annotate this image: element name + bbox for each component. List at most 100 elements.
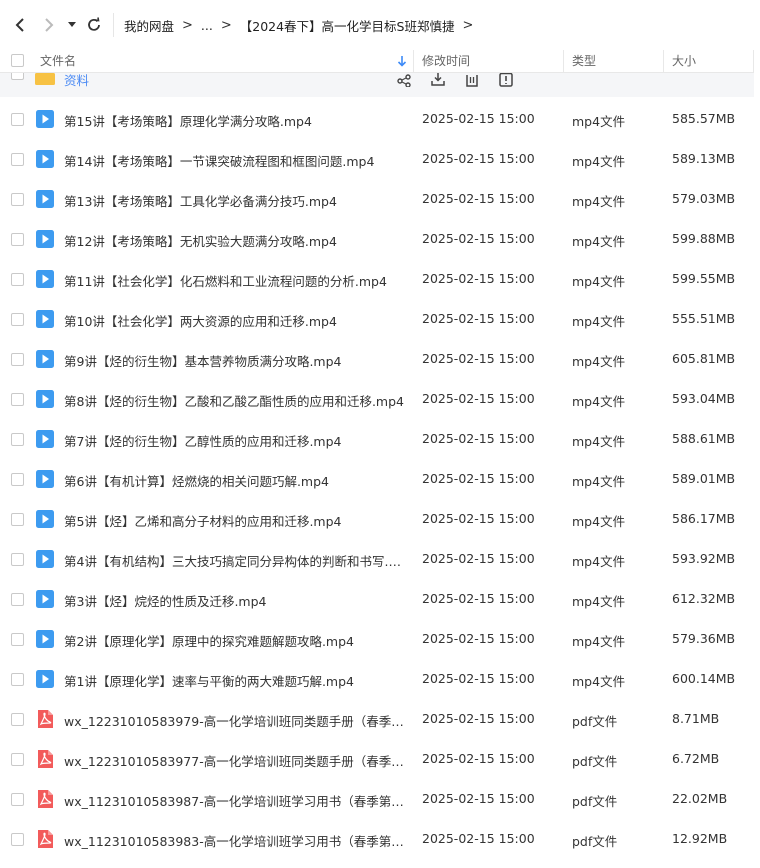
file-modified-time: 2025-02-15 15:00: [422, 271, 535, 286]
file-size: 605.81MB: [672, 351, 736, 366]
file-row[interactable]: 第4讲【有机结构】三大技巧搞定同分异构体的判断和书写.mp4 2025-02-15…: [0, 539, 754, 579]
breadcrumb-root[interactable]: 我的网盘: [124, 16, 174, 35]
row-checkbox[interactable]: [11, 393, 24, 406]
file-row[interactable]: 第15讲【考场策略】原理化学满分攻略.mp4 2025-02-15 15:00 mp…: [0, 99, 754, 139]
file-modified-time: 2025-02-15 15:00: [422, 111, 535, 126]
row-checkbox[interactable]: [11, 313, 24, 326]
select-all-checkbox[interactable]: [11, 54, 24, 67]
row-checkbox[interactable]: [11, 273, 24, 286]
file-name[interactable]: 第10讲【社会化学】两大资源的应用和迁移.mp4: [64, 311, 404, 330]
back-button[interactable]: [8, 13, 32, 37]
file-name[interactable]: 第14讲【考场策略】一节课突破流程图和框图问题.mp4: [64, 151, 404, 170]
file-row[interactable]: wx_11231010583983-高一化学培训班学习用书（春季第四册... 20…: [0, 819, 754, 859]
file-name[interactable]: wx_12231010583977-高一化学培训班同类题手册（春季第四...: [64, 751, 404, 770]
file-name[interactable]: wx_12231010583979-高一化学培训班同类题手册（春季第三...: [64, 711, 404, 730]
file-name[interactable]: wx_11231010583983-高一化学培训班学习用书（春季第四册...: [64, 831, 404, 850]
file-name[interactable]: 第12讲【考场策略】无机实验大题满分攻略.mp4: [64, 231, 404, 250]
pdf-file-icon: [38, 790, 53, 808]
refresh-button[interactable]: [82, 13, 106, 37]
breadcrumb-current[interactable]: 【2024春下】高一化学目标S班郑慎捷: [240, 16, 455, 35]
file-name[interactable]: 第13讲【考场策略】工具化学必备满分技巧.mp4: [64, 191, 404, 210]
row-checkbox[interactable]: [11, 833, 24, 846]
file-row[interactable]: 第3讲【烃】烷烃的性质及迁移.mp4 2025-02-15 15:00 mp4文件 6…: [0, 579, 754, 619]
row-checkbox[interactable]: [11, 473, 24, 486]
row-checkbox[interactable]: [11, 553, 24, 566]
file-row[interactable]: wx_11231010583987-高一化学培训班学习用书（春季第三册... 20…: [0, 779, 754, 819]
row-checkbox[interactable]: [11, 513, 24, 526]
sort-down-arrow-icon[interactable]: [397, 55, 407, 67]
file-name[interactable]: 第7讲【烃的衍生物】乙醇性质的应用和迁移.mp4: [64, 431, 404, 450]
file-name[interactable]: 第2讲【原理化学】原理中的探究难题解题攻略.mp4: [64, 631, 404, 650]
column-header-size[interactable]: 大小: [672, 50, 696, 72]
file-name[interactable]: 第3讲【烃】烷烃的性质及迁移.mp4: [64, 591, 404, 610]
file-row[interactable]: 第14讲【考场策略】一节课突破流程图和框图问题.mp4 2025-02-15 15…: [0, 139, 754, 179]
breadcrumb-ellipsis[interactable]: ...: [201, 18, 213, 33]
share-icon[interactable]: [396, 73, 412, 87]
folder-name[interactable]: 资料: [64, 73, 89, 89]
file-name[interactable]: 第9讲【烃的衍生物】基本营养物质满分攻略.mp4: [64, 351, 404, 370]
folder-row[interactable]: 资料: [0, 73, 754, 97]
delete-icon[interactable]: [464, 73, 480, 87]
column-header-modified[interactable]: 修改时间: [422, 50, 470, 72]
file-row[interactable]: 第13讲【考场策略】工具化学必备满分技巧.mp4 2025-02-15 15:00…: [0, 179, 754, 219]
video-file-icon: [36, 190, 54, 208]
file-modified-time: 2025-02-15 15:00: [422, 431, 535, 446]
file-name[interactable]: 第4讲【有机结构】三大技巧搞定同分异构体的判断和书写.mp4: [64, 551, 404, 570]
row-checkbox[interactable]: [11, 753, 24, 766]
file-row[interactable]: 第5讲【烃】乙烯和高分子材料的应用和迁移.mp4 2025-02-15 15:00…: [0, 499, 754, 539]
pdf-file-icon: [38, 710, 53, 728]
file-row[interactable]: 第12讲【考场策略】无机实验大题满分攻略.mp4 2025-02-15 15:00…: [0, 219, 754, 259]
file-name[interactable]: wx_11231010583987-高一化学培训班学习用书（春季第三册...: [64, 791, 404, 810]
forward-button[interactable]: [37, 13, 61, 37]
row-checkbox[interactable]: [11, 793, 24, 806]
pdf-file-icon: [38, 750, 53, 768]
history-dropdown-button[interactable]: [62, 13, 82, 37]
video-file-icon: [36, 590, 54, 608]
column-header-name[interactable]: 文件名: [40, 50, 76, 72]
row-checkbox[interactable]: [11, 153, 24, 166]
file-row[interactable]: 第7讲【烃的衍生物】乙醇性质的应用和迁移.mp4 2025-02-15 15:00…: [0, 419, 754, 459]
more-icon[interactable]: [498, 73, 514, 87]
file-modified-time: 2025-02-15 15:00: [422, 631, 535, 646]
file-name[interactable]: 第11讲【社会化学】化石燃料和工业流程问题的分析.mp4: [64, 271, 404, 290]
row-checkbox[interactable]: [11, 593, 24, 606]
download-icon[interactable]: [430, 73, 446, 87]
chevron-right-icon: [45, 18, 54, 32]
file-row[interactable]: 第11讲【社会化学】化石燃料和工业流程问题的分析.mp4 2025-02-15 1…: [0, 259, 754, 299]
file-size: 600.14MB: [672, 671, 736, 686]
row-checkbox[interactable]: [11, 633, 24, 646]
row-checkbox[interactable]: [11, 353, 24, 366]
file-name[interactable]: 第5讲【烃】乙烯和高分子材料的应用和迁移.mp4: [64, 511, 404, 530]
file-name[interactable]: 第1讲【原理化学】速率与平衡的两大难题巧解.mp4: [64, 671, 404, 690]
file-type: mp4文件: [572, 554, 626, 569]
file-row[interactable]: 第10讲【社会化学】两大资源的应用和迁移.mp4 2025-02-15 15:00…: [0, 299, 754, 339]
file-modified-time: 2025-02-15 15:00: [422, 311, 535, 326]
file-size: 599.55MB: [672, 271, 736, 286]
column-divider: [563, 50, 564, 72]
file-row[interactable]: 第6讲【有机计算】烃燃烧的相关问题巧解.mp4 2025-02-15 15:00 m…: [0, 459, 754, 499]
file-name[interactable]: 第6讲【有机计算】烃燃烧的相关问题巧解.mp4: [64, 471, 404, 490]
video-file-icon: [36, 150, 54, 168]
file-name[interactable]: 第8讲【烃的衍生物】乙酸和乙酸乙酯性质的应用和迁移.mp4: [64, 391, 404, 410]
row-checkbox[interactable]: [11, 713, 24, 726]
file-name[interactable]: 第15讲【考场策略】原理化学满分攻略.mp4: [64, 111, 404, 130]
file-modified-time: 2025-02-15 15:00: [422, 591, 535, 606]
row-checkbox[interactable]: [11, 113, 24, 126]
file-row[interactable]: wx_12231010583977-高一化学培训班同类题手册（春季第四... 20…: [0, 739, 754, 779]
row-checkbox[interactable]: [11, 673, 24, 686]
file-row[interactable]: 第1讲【原理化学】速率与平衡的两大难题巧解.mp4 2025-02-15 15:0…: [0, 659, 754, 699]
row-checkbox[interactable]: [11, 193, 24, 206]
column-header-type[interactable]: 类型: [572, 50, 596, 72]
file-size: 579.03MB: [672, 191, 736, 206]
file-row[interactable]: 第9讲【烃的衍生物】基本营养物质满分攻略.mp4 2025-02-15 15:00…: [0, 339, 754, 379]
file-row[interactable]: 第8讲【烃的衍生物】乙酸和乙酸乙酯性质的应用和迁移.mp4 2025-02-15 …: [0, 379, 754, 419]
video-file-icon: [36, 350, 54, 368]
row-checkbox[interactable]: [11, 433, 24, 446]
row-checkbox[interactable]: [11, 233, 24, 246]
refresh-icon: [88, 17, 100, 31]
file-row[interactable]: 第2讲【原理化学】原理中的探究难题解题攻略.mp4 2025-02-15 15:0…: [0, 619, 754, 659]
row-checkbox[interactable]: [11, 73, 24, 80]
file-row[interactable]: wx_12231010583979-高一化学培训班同类题手册（春季第三... 20…: [0, 699, 754, 739]
column-divider: [663, 50, 664, 72]
file-size: 589.01MB: [672, 471, 736, 486]
